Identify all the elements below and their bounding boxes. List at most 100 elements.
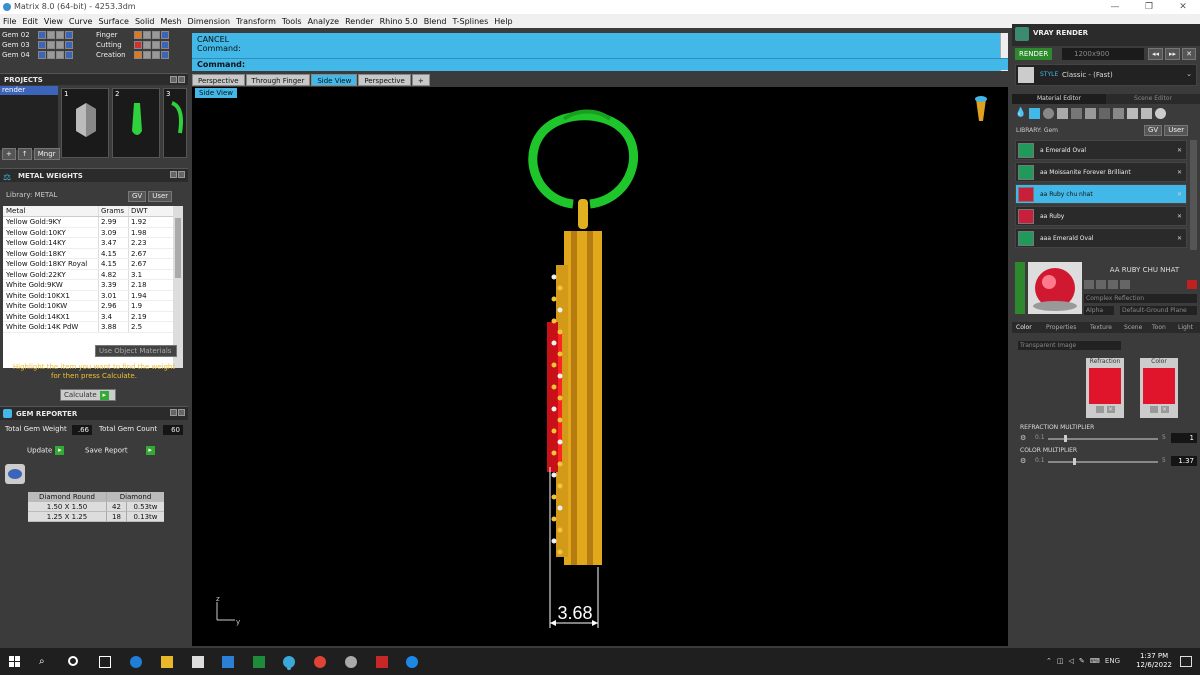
view-gizmo-icon[interactable]	[975, 96, 987, 121]
calculate-button[interactable]: Calculate ▸	[60, 389, 116, 401]
network-icon[interactable]: ◫	[1057, 657, 1064, 665]
zalo-icon[interactable]	[406, 656, 418, 668]
rhino-icon[interactable]	[345, 656, 357, 668]
save-report-button[interactable]: Save Report ▸	[85, 446, 155, 455]
chrome-icon[interactable]	[314, 656, 326, 668]
sphere-icon[interactable]	[1043, 108, 1054, 119]
table-row[interactable]: White Gold:14K PdW 3.88 2.5	[3, 322, 183, 333]
minimize-button[interactable]: —	[1098, 0, 1132, 14]
viewport[interactable]: 3.68 z y Side View	[192, 87, 1008, 646]
menu-render[interactable]: Render	[345, 17, 373, 26]
preview-toggle[interactable]	[1015, 262, 1025, 314]
library-scrollbar[interactable]	[1190, 140, 1197, 250]
library-item[interactable]: aa Moissanite Forever Brilliant ✕	[1015, 162, 1187, 182]
volume-icon[interactable]: ◁	[1069, 657, 1074, 665]
project-thumb-1[interactable]: 1	[61, 88, 109, 158]
color-slider-track[interactable]	[1048, 461, 1158, 463]
remove-icon[interactable]: ✕	[1177, 163, 1182, 183]
pattern-icon[interactable]	[1113, 108, 1124, 119]
color-value[interactable]: 1.37	[1171, 456, 1197, 466]
render-close-button[interactable]: ✕	[1182, 48, 1196, 60]
tab-scene-editor[interactable]: Scene Editor	[1106, 94, 1200, 104]
maximize-button[interactable]: ❐	[1132, 0, 1166, 14]
tab-toon[interactable]: Toon	[1152, 323, 1166, 332]
menu-blend[interactable]: Blend	[424, 17, 447, 26]
up-project-button[interactable]: ↑	[17, 148, 32, 160]
remove-icon[interactable]: ✕	[1177, 141, 1182, 161]
library-item[interactable]: aaa Emerald Oval ✕	[1015, 228, 1187, 248]
style-selector[interactable]: STYLE Classic - (Fast) ⌄	[1015, 64, 1197, 86]
table-row[interactable]: White Gold:14KX1 3.4 2.19	[3, 311, 183, 322]
menu-view[interactable]: View	[44, 17, 63, 26]
tab-scene[interactable]: Scene	[1124, 323, 1142, 332]
panel-pin-icon[interactable]	[170, 76, 177, 83]
render-button[interactable]: RENDER	[1015, 48, 1053, 60]
tag-icon[interactable]	[1141, 108, 1152, 119]
table-row[interactable]: Yellow Gold:18KY 4.15 2.67	[3, 248, 183, 259]
copy-icon[interactable]	[1108, 280, 1118, 289]
table-row[interactable]: Yellow Gold:10KY 3.09 1.98	[3, 227, 183, 238]
menu-tsplines[interactable]: T-Splines	[452, 17, 488, 26]
refraction-value[interactable]: 1	[1171, 433, 1197, 443]
excel-icon[interactable]	[253, 656, 265, 668]
tab-add[interactable]: +	[411, 74, 430, 86]
layer-row-gem04[interactable]: Gem 04	[2, 51, 73, 60]
project-thumb-3[interactable]: 3	[163, 88, 187, 158]
table-row[interactable]: Yellow Gold:22KY 4.82 3.1	[3, 269, 183, 280]
language-indicator[interactable]: ENG	[1105, 657, 1120, 665]
link-icon[interactable]	[1120, 280, 1130, 289]
tab-perspective-2[interactable]: Perspective	[358, 74, 411, 86]
lock-icon[interactable]	[1084, 280, 1094, 289]
table-row[interactable]: Yellow Gold:14KY 3.47 2.23	[3, 238, 183, 249]
tab-side-view[interactable]: Side View	[311, 74, 358, 86]
project-thumb-2[interactable]: 2	[112, 88, 160, 158]
menu-surface[interactable]: Surface	[98, 17, 128, 26]
square-icon[interactable]	[1057, 108, 1068, 119]
swatch-pick-icon[interactable]	[1095, 406, 1104, 413]
clock[interactable]: 1:37 PM 12/6/2022	[1136, 652, 1172, 670]
red-app-icon[interactable]	[376, 656, 388, 668]
table-row[interactable]: Yellow Gold:18KY Royal 4.15 2.67	[3, 259, 183, 270]
col-dwt[interactable]: DWT	[128, 206, 168, 216]
cortana-icon[interactable]	[68, 656, 78, 666]
metal-weights-table[interactable]: Metal Grams DWT Yellow Gold:9KY 2.99 1.92 Y…	[3, 206, 183, 368]
gv-tag[interactable]: GV	[128, 191, 147, 202]
tab-through-finger[interactable]: Through Finger	[245, 74, 311, 86]
search-icon[interactable]: ⌕	[39, 656, 51, 668]
gear-icon[interactable]: ⚙	[1020, 434, 1029, 442]
project-tree-item[interactable]: render	[0, 86, 58, 95]
add-project-button[interactable]: +	[2, 148, 16, 160]
layer-row-cutting[interactable]: Cutting	[96, 41, 169, 50]
material-type-select[interactable]: Complex Reflection	[1084, 294, 1197, 303]
tab-material-editor[interactable]: Material Editor	[1012, 94, 1106, 104]
menu-analyze[interactable]: Analyze	[308, 17, 340, 26]
alpha-field[interactable]: Alpha	[1084, 306, 1114, 315]
color-swatch-card[interactable]: Color ✕	[1140, 358, 1178, 418]
texture-icon[interactable]	[1071, 108, 1082, 119]
gear-icon[interactable]: ⚙	[1020, 457, 1029, 465]
layer-row-gem02[interactable]: Gem 02	[2, 31, 73, 40]
refresh-icon[interactable]	[1187, 280, 1197, 289]
save-icon[interactable]	[1096, 280, 1106, 289]
tab-texture[interactable]: Texture	[1090, 323, 1112, 332]
color-swatch[interactable]	[1143, 368, 1175, 404]
remove-icon[interactable]: ✕	[1177, 185, 1182, 205]
notification-icon[interactable]	[1180, 656, 1192, 667]
swatch-clear-icon[interactable]: ✕	[1106, 406, 1115, 413]
bird-icon[interactable]	[1127, 108, 1138, 119]
menu-solid[interactable]: Solid	[135, 17, 155, 26]
table-scrollbar[interactable]	[173, 206, 183, 368]
menu-transform[interactable]: Transform	[236, 17, 276, 26]
library-item[interactable]: a Emerald Oval ✕	[1015, 140, 1187, 160]
file-explorer-icon[interactable]	[161, 656, 173, 668]
update-button[interactable]: Update ▸	[27, 446, 65, 455]
gv-tag[interactable]: GV	[1144, 125, 1163, 136]
col-metal[interactable]: Metal	[3, 206, 98, 216]
table-row[interactable]: 1.25 X 1.25 18 0.13tw	[28, 512, 164, 522]
edge-icon[interactable]	[130, 656, 142, 668]
user-tag[interactable]: User	[1164, 125, 1189, 136]
layer-row-creation[interactable]: Creation	[96, 51, 169, 60]
command-input[interactable]: Command:	[192, 58, 1008, 70]
render-next-button[interactable]: ▸▸	[1165, 48, 1181, 60]
mail-icon[interactable]	[222, 656, 234, 668]
